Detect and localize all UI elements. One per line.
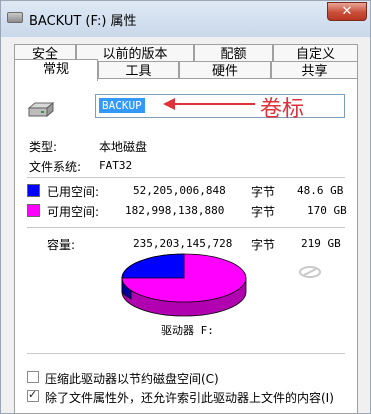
annotation-arrow <box>163 98 255 110</box>
title-bar[interactable]: BACKUT (F:) 属性 ✕ <box>1 1 370 37</box>
capacity-size: 219 GB <box>301 237 341 250</box>
type-value: 本地磁盘 <box>99 140 148 154</box>
used-space-unit: 字节 <box>251 185 276 199</box>
free-space-bytes: 182,998,138,880 <box>125 204 225 217</box>
used-space-swatch <box>27 184 40 197</box>
hard-drive-icon <box>27 101 55 118</box>
index-contents-checkbox[interactable] <box>27 388 39 402</box>
drive-letter-label: 驱动器 F: <box>161 324 214 337</box>
window-title: BACKUT (F:) 属性 <box>29 14 137 29</box>
capacity-label: 容量: <box>47 238 76 252</box>
type-label: 类型: <box>29 140 58 154</box>
compress-drive-label[interactable]: 压缩此驱动器以节约磁盘空间(C) <box>45 370 219 387</box>
file-system-value: FAT32 <box>99 159 133 172</box>
close-button[interactable]: ✕ <box>327 2 367 21</box>
free-space-swatch <box>27 204 40 217</box>
volume-label-text[interactable]: BACKUP <box>99 98 145 113</box>
capacity-unit: 字节 <box>251 238 276 252</box>
free-space-size: 170 GB <box>307 204 347 217</box>
properties-window: BACKUT (F:) 属性 ✕ 安全 以前的版本 配额 自定义 常规 工具 硬… <box>0 0 371 414</box>
free-space-unit: 字节 <box>251 205 276 219</box>
used-space-slice <box>121 253 185 279</box>
watermark-icon <box>299 266 321 278</box>
annotation-label: 卷标 <box>260 97 305 122</box>
divider <box>27 177 345 178</box>
tab-general[interactable]: 常规 <box>14 59 98 81</box>
divider <box>27 227 345 228</box>
used-space-label: 已用空间: <box>47 185 100 199</box>
file-system-label: 文件系统: <box>29 160 82 174</box>
index-contents-label[interactable]: 除了文件属性外，还允许索引此驱动器上文件的内容(I) <box>45 389 334 406</box>
drive-icon <box>7 12 23 23</box>
capacity-bytes: 235,203,145,728 <box>133 237 233 250</box>
used-space-bytes: 52,205,006,848 <box>133 184 226 197</box>
disk-usage-pie-chart <box>121 253 247 317</box>
free-space-label: 可用空间: <box>47 205 100 219</box>
used-space-size: 48.6 GB <box>297 184 344 197</box>
divider <box>27 353 345 354</box>
compress-drive-checkbox[interactable] <box>27 371 39 383</box>
